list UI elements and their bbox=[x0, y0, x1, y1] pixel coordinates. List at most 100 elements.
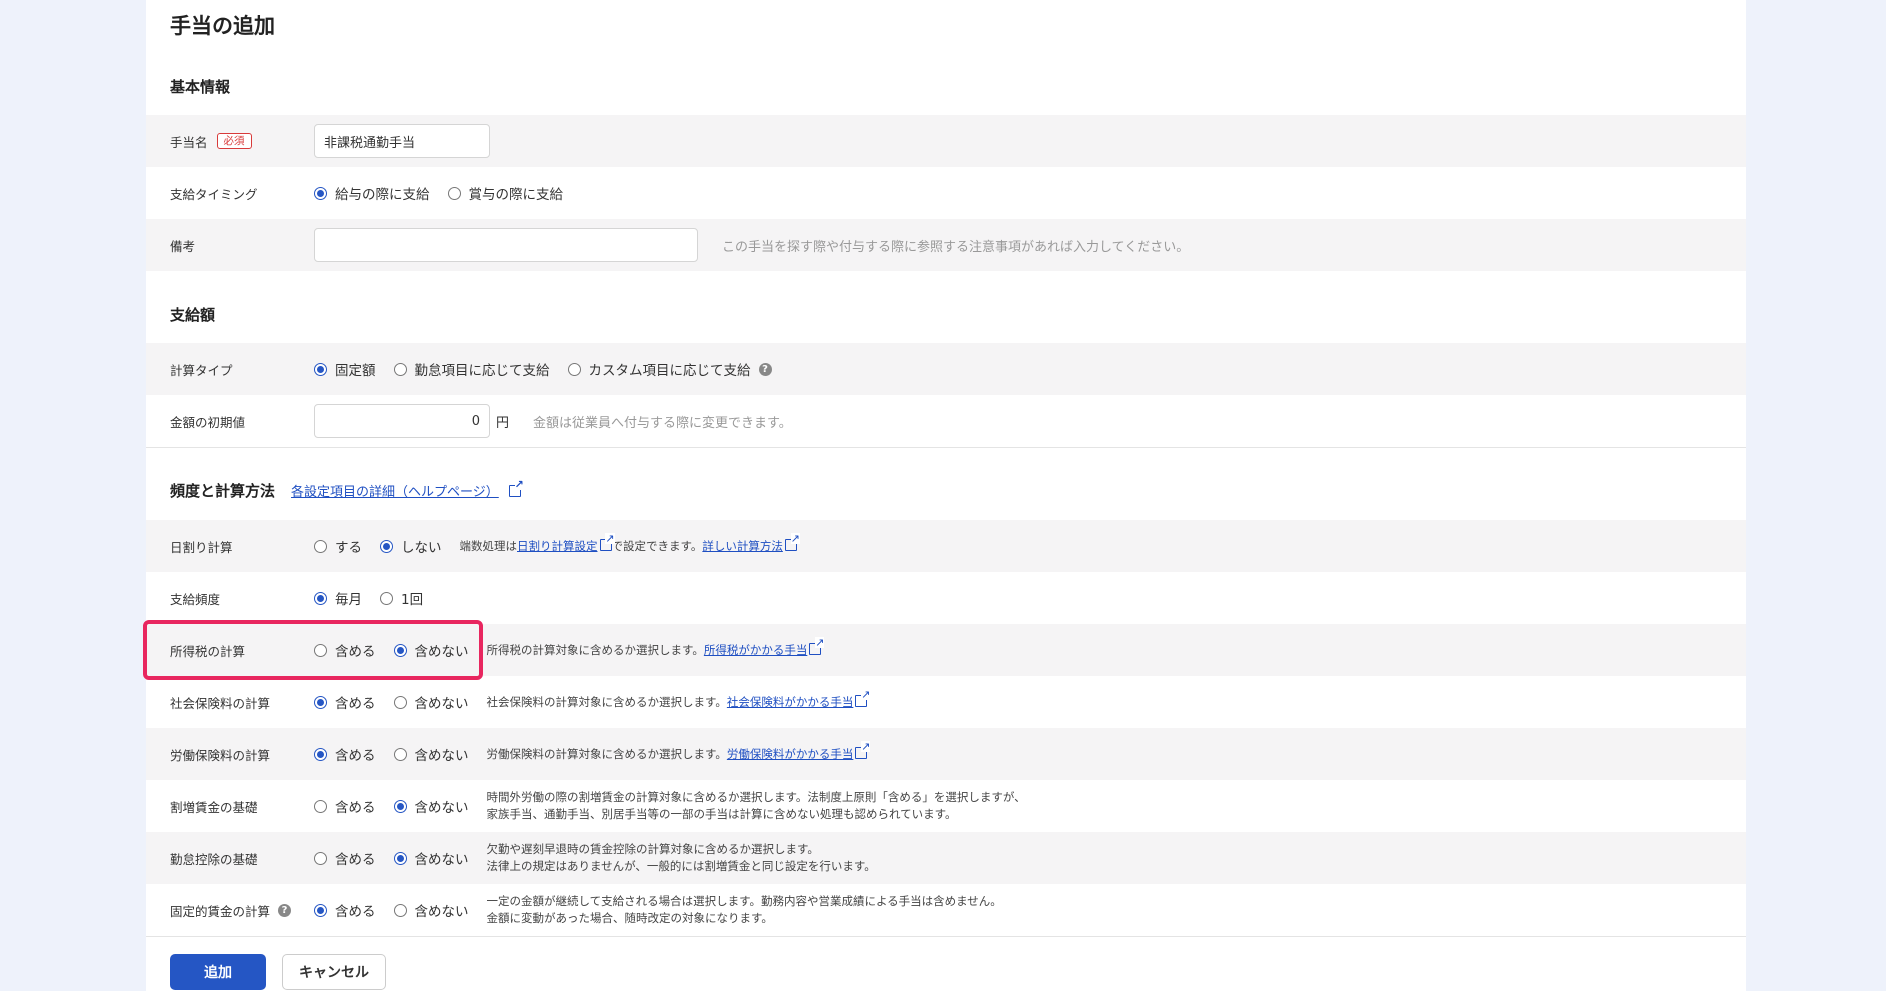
radio-selected-icon bbox=[314, 591, 327, 605]
radio-empty-icon bbox=[567, 362, 581, 376]
section-basic-title: 基本情報 bbox=[170, 78, 231, 96]
daily-label: 日割り計算 bbox=[170, 539, 233, 555]
calc-option-custom: カスタム項目に応じて支給 bbox=[588, 363, 751, 379]
external-link-icon[interactable] bbox=[855, 688, 871, 707]
section-amount-title: 支給額 bbox=[170, 306, 216, 324]
exclude-label: 含めない bbox=[414, 904, 469, 920]
exclude-label: 含めない bbox=[414, 852, 469, 868]
calc-radio-attendance[interactable]: 勤怠項目に応じて支給 bbox=[393, 359, 550, 379]
row-timing: 支給タイミング 給与の際に支給 賞与の際に支給 bbox=[146, 167, 1746, 219]
social-radio-exclude[interactable]: 含めない bbox=[393, 692, 469, 712]
radio-selected-icon bbox=[393, 799, 407, 813]
row-pay-frequency: 支給頻度 毎月 1回 bbox=[146, 572, 1746, 624]
section-frequency-title: 頻度と計算方法 各設定項目の詳細（ヘルプページ） bbox=[170, 478, 524, 501]
income-tax-note: 所得税の計算対象に含めるか選択します。所得税がかかる手当 bbox=[486, 636, 825, 659]
include-label: 含める bbox=[335, 748, 376, 764]
include-label: 含める bbox=[335, 696, 376, 712]
deduct-radio-exclude[interactable]: 含めない bbox=[393, 848, 469, 868]
labor-insurance-link[interactable]: 労働保険料がかかる手当 bbox=[727, 747, 854, 761]
premium-note: 時間外労働の際の割増賃金の計算対象に含めるか選択します。法制度上原則「含める」を… bbox=[487, 789, 1026, 823]
initial-amount-label: 金額の初期値 bbox=[170, 414, 246, 430]
timing-radio-bonus[interactable]: 賞与の際に支給 bbox=[447, 183, 563, 203]
payfreq-option-once: 1回 bbox=[401, 592, 424, 608]
help-icon[interactable]: ? bbox=[758, 362, 772, 376]
row-remarks: 備考 この手当を探す際や付与する際に参照する注意事項があれば入力してください。 bbox=[146, 219, 1746, 271]
help-icon[interactable]: ? bbox=[278, 903, 292, 917]
section-frequency-text: 頻度と計算方法 bbox=[170, 482, 276, 500]
social-radio-include[interactable]: 含める bbox=[314, 692, 376, 712]
radio-empty-icon bbox=[314, 851, 327, 865]
daily-radio-yes[interactable]: する bbox=[314, 536, 362, 556]
fixed-note-line2: 金額に変動があった場合、随時改定の対象になります。 bbox=[486, 911, 773, 925]
allowance-name-input[interactable]: 非課税通勤手当 bbox=[314, 124, 490, 158]
labor-radio-exclude[interactable]: 含めない bbox=[393, 744, 469, 764]
divider bbox=[146, 447, 1746, 448]
remarks-input[interactable] bbox=[314, 228, 698, 262]
yen-unit: 円 bbox=[496, 415, 510, 431]
labor-radio-include[interactable]: 含める bbox=[314, 744, 376, 764]
external-link-icon[interactable] bbox=[784, 532, 800, 551]
labor-note-text: 労働保険料の計算対象に含めるか選択します。 bbox=[486, 746, 727, 761]
premium-radio-include[interactable]: 含める bbox=[314, 796, 376, 816]
row-fixed-wage: 固定的賃金の計算 ? 含める 含めない 一定の金額が継続して支給される場合は選択… bbox=[146, 884, 1746, 936]
labor-insurance-label: 労働保険料の計算 bbox=[170, 747, 271, 763]
fixed-wage-label-text: 固定的賃金の計算 bbox=[170, 903, 271, 919]
radio-empty-icon bbox=[393, 903, 407, 917]
external-link-icon[interactable] bbox=[508, 478, 524, 497]
deduct-note-line1: 欠勤や遅刻早退時の賃金控除の計算対象に含めるか選択します。 bbox=[486, 842, 819, 856]
row-premium-wage: 割増賃金の基礎 含める 含めない 時間外労働の際の割増賃金の計算対象に含めるか選… bbox=[146, 780, 1746, 832]
premium-radio-exclude[interactable]: 含めない bbox=[393, 796, 469, 816]
fixed-radio-exclude[interactable]: 含めない bbox=[393, 900, 469, 920]
daily-settings-link[interactable]: 日割り計算設定 bbox=[517, 539, 598, 553]
external-link-icon[interactable] bbox=[809, 636, 825, 655]
cancel-button[interactable]: キャンセル bbox=[282, 954, 386, 990]
page-title: 手当の追加 bbox=[170, 14, 275, 38]
row-initial-amount: 金額の初期値 0 円 金額は従業員へ付与する際に変更できます。 bbox=[146, 395, 1746, 447]
calc-option-fixed: 固定額 bbox=[335, 363, 376, 379]
deduct-note: 欠勤や遅刻早退時の賃金控除の計算対象に含めるか選択します。法律上の規定はありませ… bbox=[487, 841, 876, 875]
timing-label: 支給タイミング bbox=[170, 186, 258, 202]
timing-radio-salary[interactable]: 給与の際に支給 bbox=[314, 183, 430, 203]
fixed-note-line1: 一定の金額が継続して支給される場合は選択します。勤務内容や営業成績による手当は含… bbox=[486, 894, 1002, 908]
daily-note: 端数処理は日割り計算設定で設定できます。詳しい計算方法 bbox=[460, 532, 800, 555]
external-link-icon[interactable] bbox=[855, 740, 871, 759]
exclude-label: 含めない bbox=[414, 696, 469, 712]
fixed-note: 一定の金額が継続して支給される場合は選択します。勤務内容や営業成績による手当は含… bbox=[487, 893, 1002, 927]
fixed-wage-label: 固定的賃金の計算 ? bbox=[170, 901, 292, 920]
include-label: 含める bbox=[335, 904, 376, 920]
income-tax-note-text: 所得税の計算対象に含めるか選択します。 bbox=[486, 642, 704, 657]
row-allowance-name: 手当名 必須 非課税通勤手当 bbox=[146, 115, 1746, 167]
deduct-radio-include[interactable]: 含める bbox=[314, 848, 376, 868]
add-button[interactable]: 追加 bbox=[170, 954, 266, 990]
social-note: 社会保険料の計算対象に含めるか選択します。社会保険料がかかる手当 bbox=[487, 688, 871, 711]
radio-empty-icon bbox=[393, 747, 407, 761]
payfreq-radio-monthly[interactable]: 毎月 bbox=[314, 588, 362, 608]
radio-selected-icon bbox=[314, 747, 327, 761]
calc-radio-custom[interactable]: カスタム項目に応じて支給 bbox=[567, 359, 751, 379]
payfreq-radio-once[interactable]: 1回 bbox=[380, 588, 423, 608]
radio-empty-icon bbox=[314, 799, 327, 813]
allowance-name-label-text: 手当名 bbox=[170, 134, 208, 150]
initial-amount-input[interactable]: 0 bbox=[314, 404, 490, 438]
calc-option-attendance: 勤怠項目に応じて支給 bbox=[414, 363, 550, 379]
include-label: 含める bbox=[335, 800, 376, 816]
deduct-note-line2: 法律上の規定はありませんが、一般的には割増賃金と同じ設定を行います。 bbox=[486, 859, 876, 873]
daily-radio-no[interactable]: しない bbox=[380, 536, 442, 556]
radio-selected-icon bbox=[393, 851, 407, 865]
exclude-label: 含めない bbox=[414, 800, 469, 816]
premium-wage-label: 割増賃金の基礎 bbox=[170, 799, 258, 815]
income-tax-link[interactable]: 所得税がかかる手当 bbox=[704, 643, 808, 657]
premium-note-line1: 時間外労働の際の割増賃金の計算対象に含めるか選択します。法制度上原則「含める」を… bbox=[486, 790, 1026, 804]
help-page-link[interactable]: 各設定項目の詳細（ヘルプページ） bbox=[291, 481, 499, 500]
calc-radio-fixed[interactable]: 固定額 bbox=[314, 359, 376, 379]
calc-type-label: 計算タイプ bbox=[170, 362, 233, 378]
row-social-insurance: 社会保険料の計算 含める 含めない 社会保険料の計算対象に含めるか選択します。社… bbox=[146, 676, 1746, 728]
premium-note-line2: 家族手当、通勤手当、別居手当等の一部の手当は計算に含めない処理も認められています… bbox=[486, 807, 957, 821]
social-insurance-link[interactable]: 社会保険料がかかる手当 bbox=[727, 695, 854, 709]
external-link-icon[interactable] bbox=[599, 532, 615, 551]
daily-detail-link[interactable]: 詳しい計算方法 bbox=[702, 539, 783, 553]
remarks-label: 備考 bbox=[170, 238, 196, 254]
fixed-radio-include[interactable]: 含める bbox=[314, 900, 376, 920]
divider bbox=[146, 936, 1746, 937]
radio-selected-icon bbox=[314, 186, 327, 200]
